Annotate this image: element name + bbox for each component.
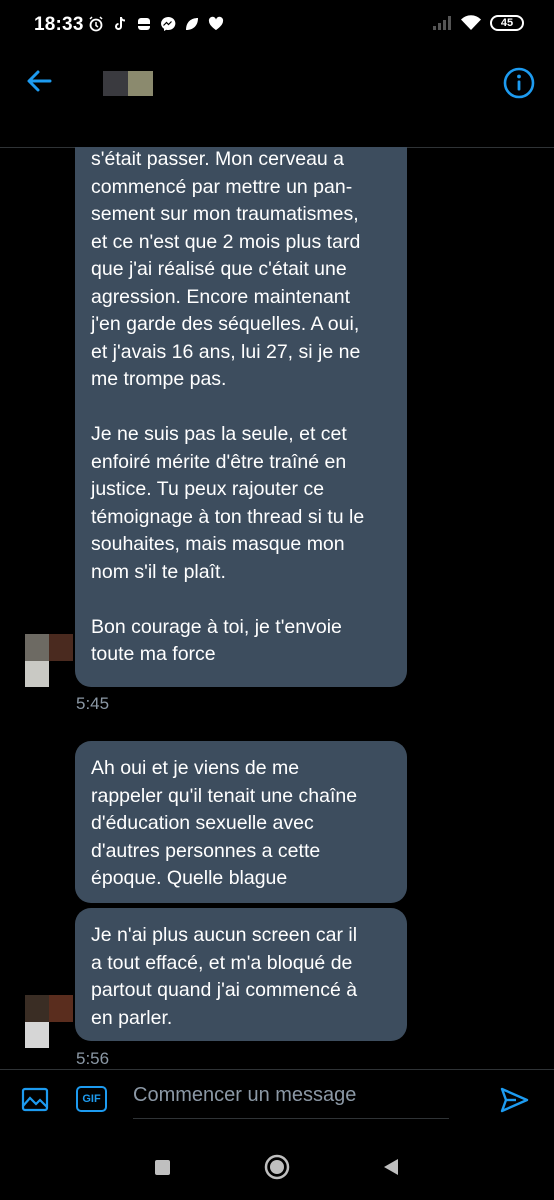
alarm-icon (88, 16, 104, 32)
messenger-icon (160, 16, 176, 32)
arrow-left-icon (27, 70, 52, 92)
status-time: 18:33 (34, 14, 84, 35)
image-icon (21, 1087, 49, 1112)
message-bubble[interactable]: Ah oui et je viens de me rappeler qu'il … (75, 741, 407, 903)
info-button[interactable] (502, 66, 536, 100)
sender-avatar[interactable] (25, 995, 73, 1048)
tiktok-icon (112, 16, 128, 32)
status-bar: 18:33 45 (0, 0, 554, 52)
message-text: s'était passer. Mon cerveau a commencé p… (91, 148, 365, 665)
back-nav-button[interactable] (382, 1157, 400, 1177)
message-text: Ah oui et je viens de me rappeler qu'il … (91, 757, 358, 889)
message-timestamp: 5:56 (76, 1049, 110, 1068)
battery-indicator: 45 (490, 15, 524, 31)
recents-button[interactable] (155, 1160, 170, 1175)
send-button[interactable] (498, 1084, 530, 1116)
back-button[interactable] (24, 66, 54, 96)
heart-icon (208, 16, 224, 32)
info-icon (503, 67, 535, 99)
message-input[interactable]: Commencer un message (133, 1084, 449, 1119)
gif-button[interactable]: GIF (76, 1086, 107, 1112)
wifi-icon (461, 15, 481, 30)
contact-avatar[interactable] (103, 71, 153, 96)
message-composer: GIF Commencer un message (0, 1069, 554, 1128)
signal-icon (433, 16, 451, 30)
notification-icons (88, 16, 224, 32)
conversation-header (0, 52, 554, 147)
send-icon (500, 1087, 529, 1113)
home-button[interactable] (264, 1154, 290, 1180)
leaf-icon (184, 16, 200, 32)
message-bubble[interactable]: Je n'ai plus aucun screen car il a tout … (75, 908, 407, 1041)
message-timestamp: 5:45 (76, 694, 110, 713)
message-bubble[interactable]: s'était passer. Mon cerveau a commencé p… (75, 147, 407, 687)
message-text: Je n'ai plus aucun screen car il a tout … (91, 924, 358, 1029)
sender-avatar[interactable] (25, 634, 73, 687)
system-navigation-bar (0, 1127, 554, 1200)
app-icon (136, 16, 152, 32)
add-image-button[interactable] (20, 1084, 50, 1114)
